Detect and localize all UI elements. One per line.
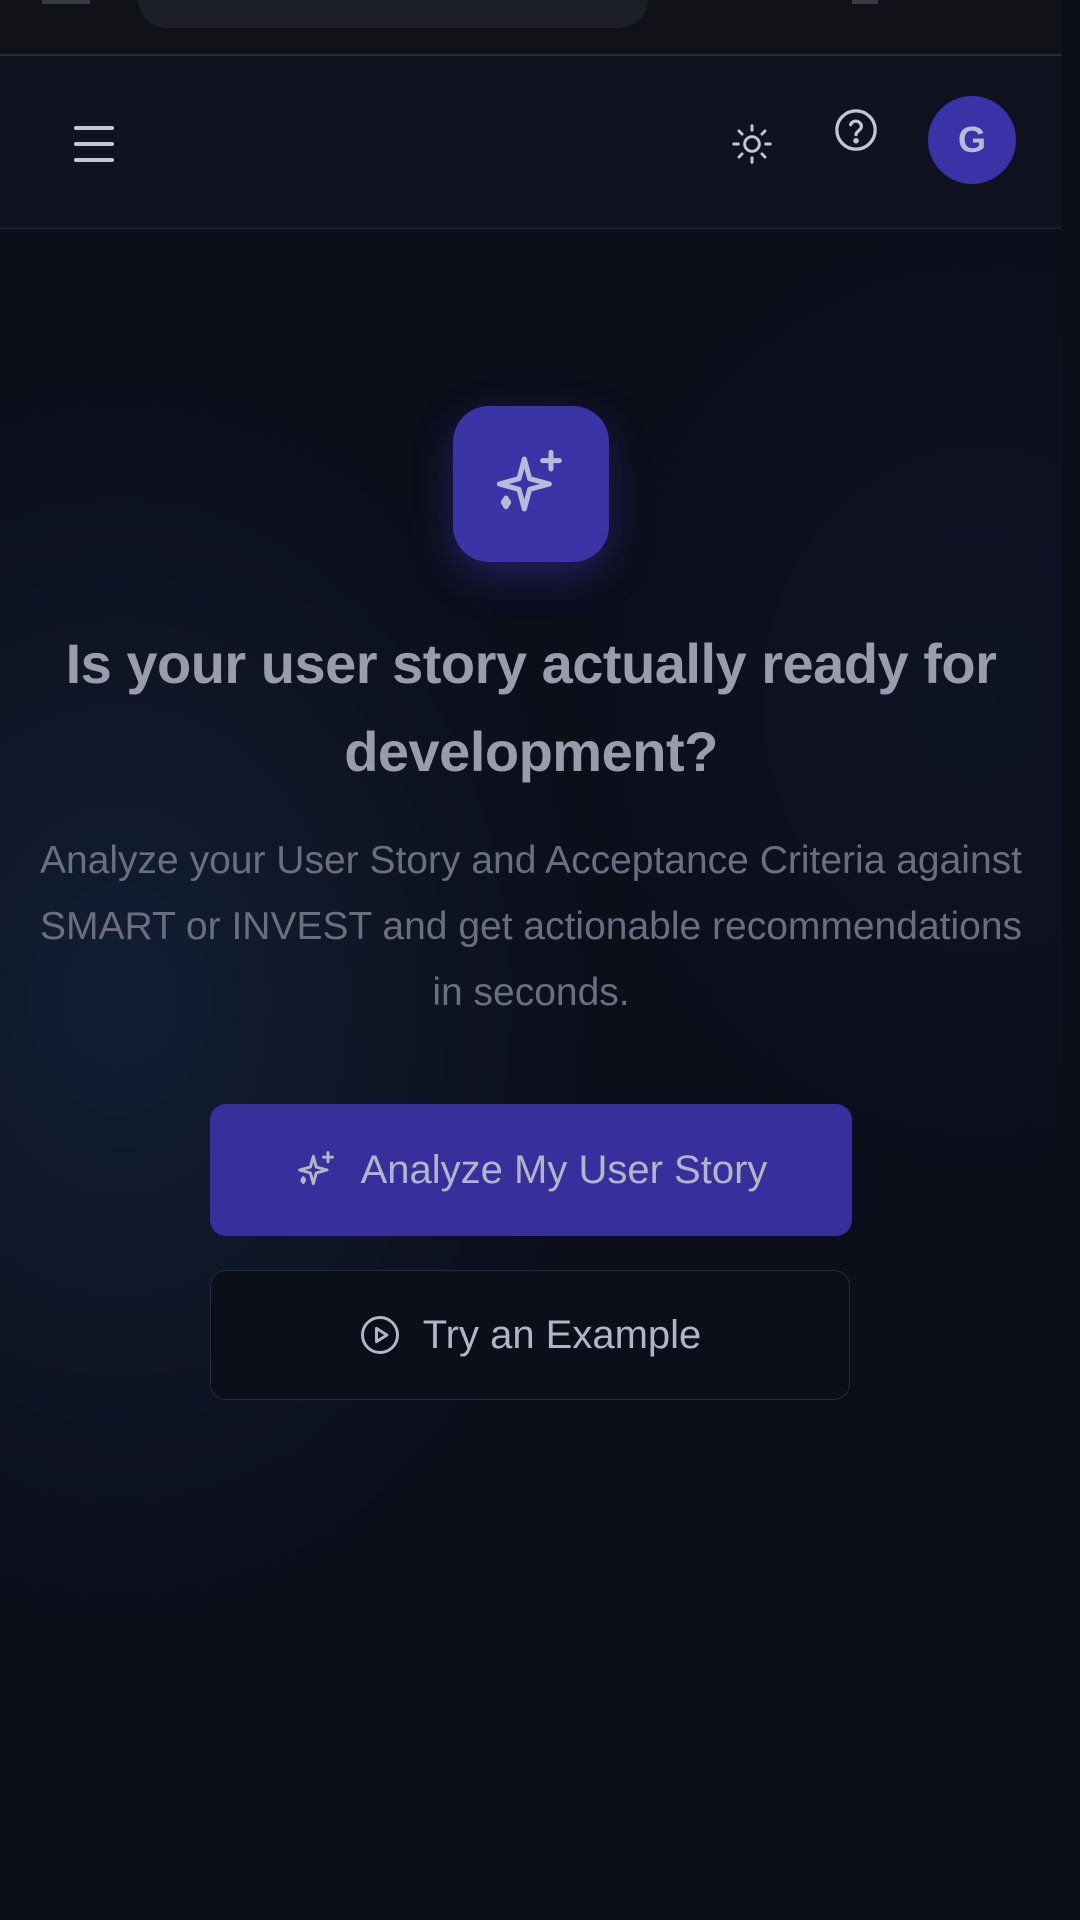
- question-circle-icon: [835, 109, 877, 151]
- analyze-user-story-button[interactable]: Analyze My User Story: [210, 1104, 852, 1236]
- analyze-button-label: Analyze My User Story: [360, 1147, 768, 1192]
- try-example-label: Try an Example: [422, 1312, 702, 1357]
- sparkles-icon: [496, 449, 562, 512]
- theme-toggle-button[interactable]: [724, 116, 780, 172]
- hamburger-line: [74, 158, 114, 162]
- app-page: G Is your user story actually ready for …: [0, 0, 1080, 1920]
- hero-badge: [453, 406, 609, 562]
- hero-subtitle: Analyze your User Story and Acceptance C…: [40, 839, 1023, 1014]
- sun-icon: [732, 124, 772, 164]
- status-indicator-right: [852, 0, 878, 4]
- hamburger-menu-icon: [74, 126, 114, 130]
- help-button[interactable]: [828, 102, 884, 158]
- menu-button[interactable]: [68, 120, 120, 168]
- scroll-edge: [1062, 0, 1080, 1920]
- try-example-button[interactable]: Try an Example: [210, 1270, 850, 1400]
- user-avatar[interactable]: G: [928, 96, 1016, 184]
- hero-title: Is your user story actually ready for de…: [65, 632, 997, 783]
- sparkles-icon: [295, 1148, 339, 1192]
- browser-top-bar: [0, 0, 1062, 56]
- hamburger-line: [74, 142, 114, 146]
- status-indicator-left: [42, 0, 90, 4]
- app-header: G: [0, 56, 1062, 229]
- play-circle-icon: [359, 1314, 401, 1356]
- browser-address-pill[interactable]: [138, 0, 648, 28]
